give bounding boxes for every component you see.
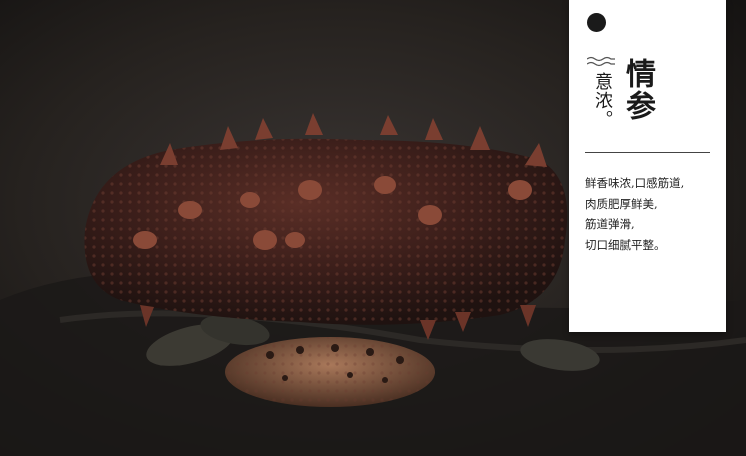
description-line: 筋道弹滑,: [585, 217, 635, 231]
panel-subtitle: 意浓。: [592, 72, 613, 129]
description: 鲜香味浓,口感筋道, 肉质肥厚鲜美, 筋道弹滑, 切口细腻平整。: [585, 173, 723, 255]
circle-dot-icon: [587, 13, 606, 32]
description-line: 鲜香味浓,口感筋道,: [585, 176, 685, 190]
divider: [585, 152, 710, 153]
description-line: 切口细腻平整。: [585, 237, 666, 252]
water-wave-icon: [587, 56, 615, 67]
panel-title: 情参: [620, 58, 655, 122]
info-panel: 情参 意浓。 鲜香味浓,口感筋道, 肉质肥厚鲜美, 筋道弹滑, 切口细腻平整。: [569, 0, 726, 332]
description-line: 肉质肥厚鲜美,: [585, 196, 658, 211]
